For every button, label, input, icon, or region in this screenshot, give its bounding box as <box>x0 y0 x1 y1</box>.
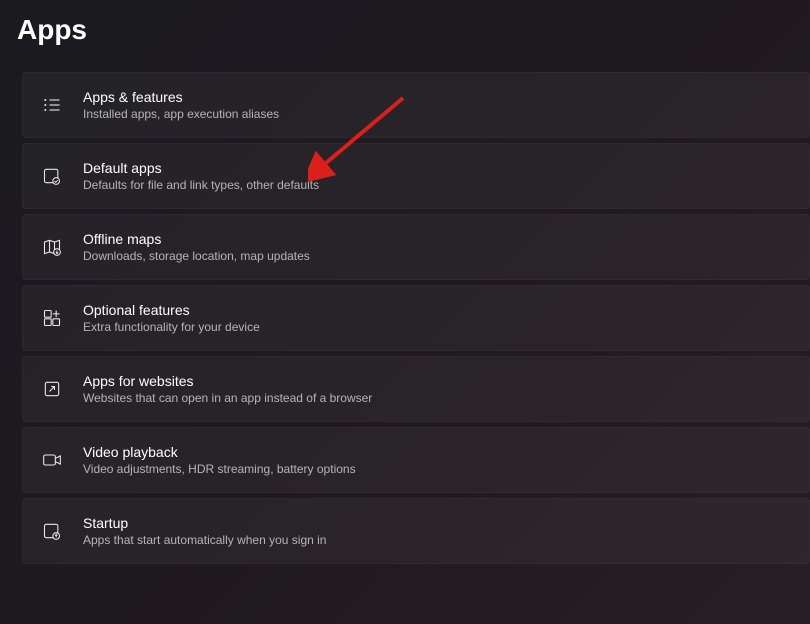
item-desc: Video adjustments, HDR streaming, batter… <box>83 462 356 476</box>
apps-and-features-item[interactable]: Apps & features Installed apps, app exec… <box>22 72 810 138</box>
item-desc: Extra functionality for your device <box>83 320 260 334</box>
video-icon <box>41 449 63 471</box>
open-external-icon <box>41 378 63 400</box>
optional-features-item[interactable]: Optional features Extra functionality fo… <box>22 285 810 351</box>
map-download-icon <box>41 236 63 258</box>
item-title: Video playback <box>83 444 356 460</box>
startup-icon <box>41 520 63 542</box>
item-desc: Installed apps, app execution aliases <box>83 107 279 121</box>
video-playback-item[interactable]: Video playback Video adjustments, HDR st… <box>22 427 810 493</box>
default-apps-icon <box>41 165 63 187</box>
default-apps-item[interactable]: Default apps Defaults for file and link … <box>22 143 810 209</box>
item-desc: Defaults for file and link types, other … <box>83 178 319 192</box>
item-title: Optional features <box>83 302 260 318</box>
item-desc: Downloads, storage location, map updates <box>83 249 310 263</box>
item-title: Default apps <box>83 160 319 176</box>
item-title: Offline maps <box>83 231 310 247</box>
apps-settings-list: Apps & features Installed apps, app exec… <box>0 46 810 564</box>
item-title: Startup <box>83 515 326 531</box>
startup-item[interactable]: Startup Apps that start automatically wh… <box>22 498 810 564</box>
item-title: Apps & features <box>83 89 279 105</box>
add-feature-icon <box>41 307 63 329</box>
item-desc: Websites that can open in an app instead… <box>83 391 372 405</box>
list-icon <box>41 94 63 116</box>
page-title: Apps <box>0 0 810 46</box>
apps-for-websites-item[interactable]: Apps for websites Websites that can open… <box>22 356 810 422</box>
item-desc: Apps that start automatically when you s… <box>83 533 326 547</box>
offline-maps-item[interactable]: Offline maps Downloads, storage location… <box>22 214 810 280</box>
item-title: Apps for websites <box>83 373 372 389</box>
